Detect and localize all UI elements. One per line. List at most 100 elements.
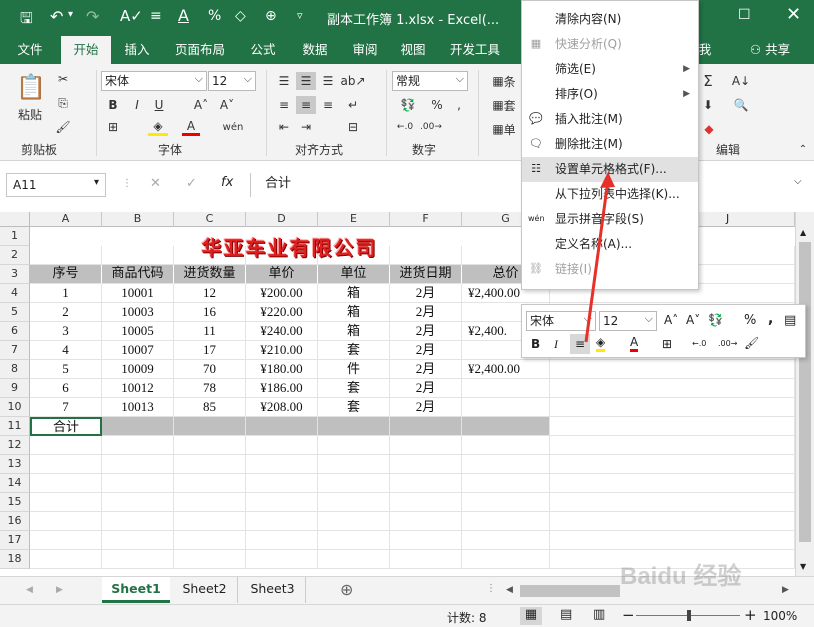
share-button[interactable]: ⚇ 共享 bbox=[744, 36, 796, 64]
column-header-f[interactable]: F bbox=[390, 212, 462, 227]
mini-italic-icon[interactable]: I bbox=[554, 337, 558, 352]
column-header-e[interactable]: E bbox=[318, 212, 390, 227]
fill-icon[interactable]: ◇ bbox=[235, 8, 246, 24]
table-cell[interactable]: 1 bbox=[30, 284, 102, 303]
grid-cell[interactable] bbox=[462, 474, 550, 493]
grid-cell[interactable] bbox=[550, 398, 795, 417]
table-cell[interactable]: 2月 bbox=[390, 360, 462, 379]
column-header-j[interactable]: J bbox=[726, 212, 729, 225]
fill-color-icon[interactable]: ◈ bbox=[148, 118, 168, 136]
spelling-icon[interactable]: A✓ bbox=[120, 7, 143, 25]
zoom-level[interactable]: 100% bbox=[763, 609, 797, 623]
grid-cell[interactable] bbox=[390, 493, 462, 512]
table-cell[interactable] bbox=[462, 398, 550, 417]
table-cell[interactable]: 3 bbox=[30, 322, 102, 341]
total-label-cell[interactable]: 合计 bbox=[30, 417, 102, 436]
grid-cell[interactable] bbox=[30, 531, 102, 550]
font-name-combo[interactable]: 宋体 bbox=[101, 70, 207, 91]
tab-page-layout[interactable]: 页面布局 bbox=[168, 36, 232, 64]
table-cell[interactable]: 78 bbox=[174, 379, 246, 398]
table-cell[interactable]: 2月 bbox=[390, 379, 462, 398]
copy-icon[interactable]: ⎘ bbox=[54, 94, 72, 112]
table-cell[interactable]: ¥2,400.00 bbox=[462, 360, 550, 379]
table-format-button[interactable]: ▦ 套 bbox=[486, 96, 522, 114]
table-cell[interactable]: ¥186.00 bbox=[246, 379, 318, 398]
table-cell[interactable]: 6 bbox=[30, 379, 102, 398]
bold-icon[interactable]: B bbox=[104, 96, 122, 114]
menu-item[interactable]: ▦ 快速分析(Q) bbox=[522, 32, 698, 57]
undo-icon[interactable]: ↶ bbox=[50, 7, 63, 26]
align-right-icon[interactable]: ≡ bbox=[318, 96, 338, 114]
sort-filter-icon[interactable]: A↓ bbox=[730, 72, 752, 90]
grid-cell[interactable] bbox=[550, 436, 795, 455]
table-cell[interactable]: 10003 bbox=[102, 303, 174, 322]
row-header[interactable]: 15 bbox=[0, 493, 30, 512]
table-cell[interactable]: 10007 bbox=[102, 341, 174, 360]
table-header[interactable]: 序号 bbox=[30, 265, 102, 284]
mini-bold-icon[interactable]: B bbox=[531, 337, 540, 351]
italic-icon[interactable]: I bbox=[128, 96, 146, 114]
grid-cell[interactable] bbox=[246, 512, 318, 531]
table-header[interactable]: 进货数量 bbox=[174, 265, 246, 284]
grid-cell[interactable] bbox=[30, 512, 102, 531]
underline-icon[interactable]: U bbox=[150, 96, 168, 114]
paste-icon[interactable]: 📋 bbox=[14, 70, 48, 104]
grid-cell[interactable] bbox=[318, 493, 390, 512]
hscroll-right-icon[interactable]: ▶ bbox=[782, 585, 789, 595]
grid-cell[interactable] bbox=[102, 550, 174, 569]
grid-cell[interactable] bbox=[102, 531, 174, 550]
grid-cell[interactable] bbox=[174, 474, 246, 493]
table-cell[interactable]: 箱 bbox=[318, 303, 390, 322]
grid-cell[interactable] bbox=[550, 417, 795, 436]
mini-border-icon[interactable]: ⊞ bbox=[662, 337, 672, 351]
row-header[interactable]: 18 bbox=[0, 550, 30, 569]
table-cell[interactable]: ¥180.00 bbox=[246, 360, 318, 379]
grid-cell[interactable] bbox=[550, 531, 795, 550]
table-cell[interactable]: ¥220.00 bbox=[246, 303, 318, 322]
grid-cell[interactable] bbox=[102, 474, 174, 493]
column-header-c[interactable]: C bbox=[174, 212, 246, 227]
orientation-icon[interactable]: ab↗ bbox=[340, 72, 365, 90]
next-sheet-icon[interactable]: ▶ bbox=[56, 585, 63, 595]
tab-data[interactable]: 数据 bbox=[292, 36, 338, 64]
table-header[interactable]: 单价 bbox=[246, 265, 318, 284]
mini-format-painter-icon[interactable]: 🖌 bbox=[744, 336, 759, 350]
increase-decimal-icon[interactable]: ←.0 bbox=[394, 118, 416, 136]
table-cell[interactable]: 10001 bbox=[102, 284, 174, 303]
name-box[interactable]: A11 bbox=[6, 173, 106, 197]
menu-item[interactable]: 清除内容(N) bbox=[522, 7, 698, 32]
sheet-tab-2[interactable]: Sheet2 bbox=[172, 577, 238, 603]
autosum-icon[interactable]: Σ bbox=[700, 72, 716, 90]
table-cell[interactable]: ¥240.00 bbox=[246, 322, 318, 341]
column-header-b[interactable]: B bbox=[102, 212, 174, 227]
decrease-decimal-icon[interactable]: .00→ bbox=[420, 118, 442, 136]
row-header[interactable]: 13 bbox=[0, 455, 30, 474]
cell-styles-button[interactable]: ▦ 单 bbox=[486, 120, 522, 138]
mini-format-table-icon[interactable]: ▤ bbox=[784, 313, 796, 328]
grid-cell[interactable] bbox=[174, 531, 246, 550]
mini-decrease-font-icon[interactable]: A˅ bbox=[686, 313, 700, 327]
grid-cell[interactable] bbox=[550, 360, 795, 379]
menu-item[interactable]: 💬 插入批注(M) bbox=[522, 107, 698, 132]
font-color-icon[interactable]: A bbox=[182, 118, 200, 136]
fx-icon[interactable]: fx bbox=[221, 175, 233, 190]
accounting-format-icon[interactable]: 💱 bbox=[394, 96, 422, 114]
table-cell[interactable]: 7 bbox=[30, 398, 102, 417]
grid-cell[interactable] bbox=[318, 531, 390, 550]
table-cell[interactable]: ¥200.00 bbox=[246, 284, 318, 303]
grid-cell[interactable] bbox=[390, 436, 462, 455]
hscroll-thumb[interactable] bbox=[520, 585, 620, 597]
menu-item[interactable]: 🗨 删除批注(M) bbox=[522, 132, 698, 157]
grid-cell[interactable] bbox=[174, 493, 246, 512]
grid-cell[interactable] bbox=[318, 436, 390, 455]
undo-dropdown-icon[interactable]: ▾ bbox=[68, 9, 73, 20]
tab-developer[interactable]: 开发工具 bbox=[443, 36, 507, 64]
mini-increase-decimal-icon[interactable]: ←.0 bbox=[692, 339, 706, 348]
row-header[interactable]: 2 bbox=[0, 246, 30, 265]
tab-file[interactable]: 文件 bbox=[6, 36, 54, 64]
table-cell[interactable]: 11 bbox=[174, 322, 246, 341]
zoom-in-icon[interactable]: + bbox=[744, 606, 757, 624]
total-row-cell[interactable] bbox=[390, 417, 462, 436]
zoom-out-icon[interactable]: − bbox=[622, 606, 635, 624]
select-all-corner[interactable] bbox=[0, 212, 30, 227]
